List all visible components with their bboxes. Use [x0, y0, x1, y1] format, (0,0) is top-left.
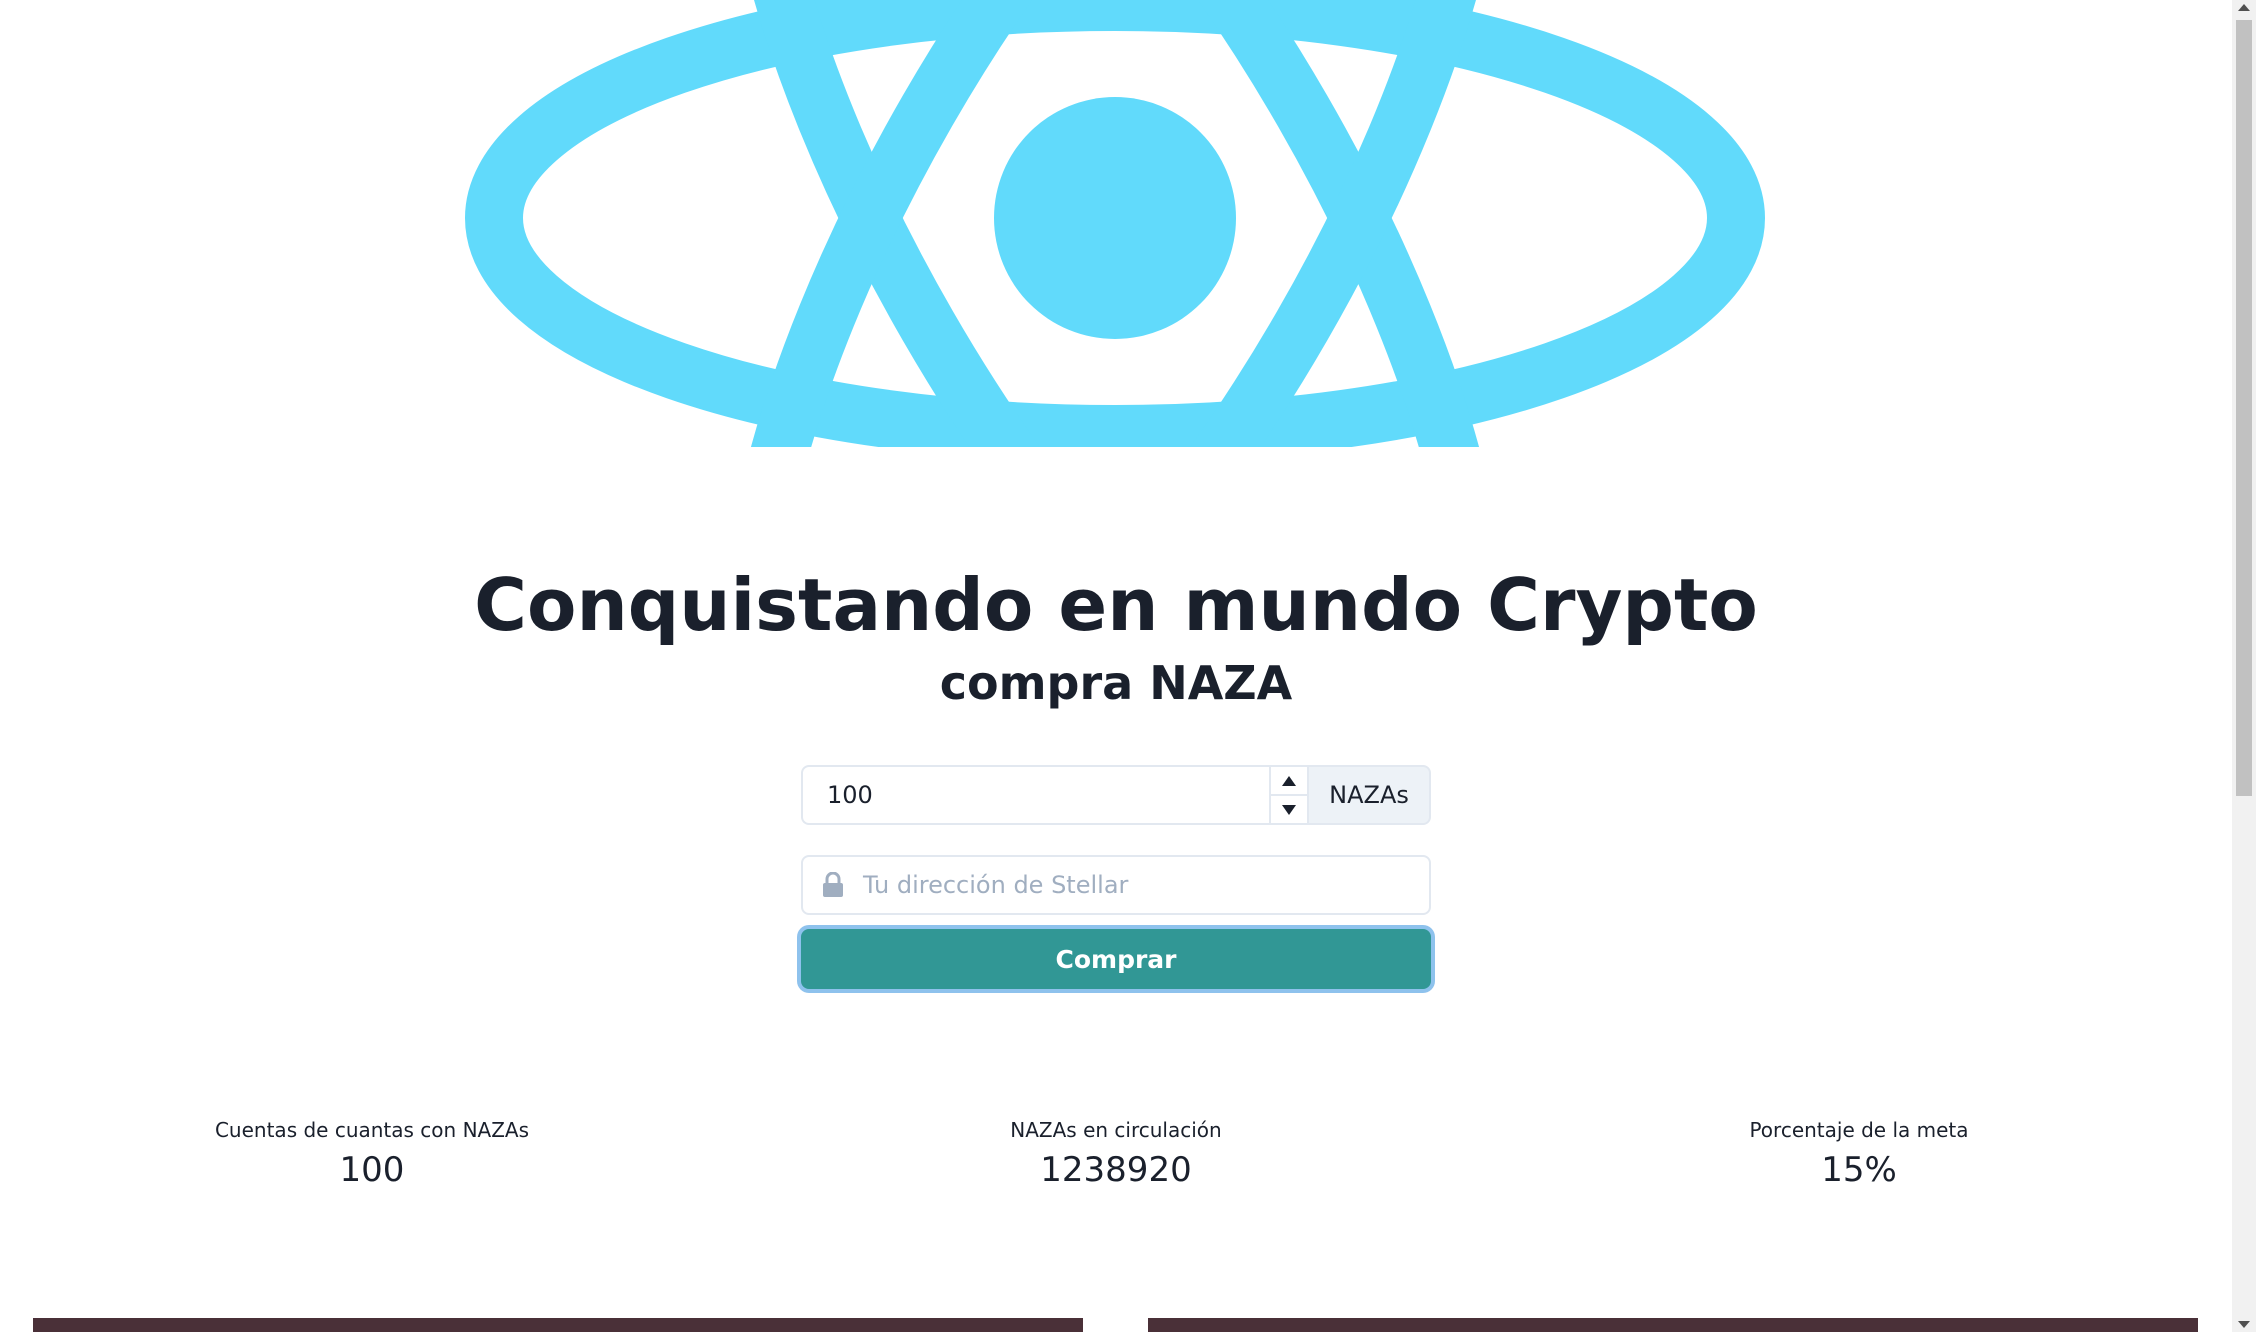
stat-label: Porcentaje de la meta: [1749, 1118, 1969, 1142]
amount-unit-addon: NAZAs: [1307, 765, 1431, 825]
quantity-stepper[interactable]: [1269, 767, 1307, 823]
stat-label: NAZAs en circulación: [1010, 1118, 1222, 1142]
scroll-up-icon[interactable]: [2238, 4, 2250, 11]
stat-label: Cuentas de cuantas con NAZAs: [214, 1118, 530, 1142]
page-title: Conquistando en mundo Crypto: [474, 563, 1758, 647]
stat-accounts: Cuentas de cuantas con NAZAs 100: [122, 1110, 622, 1190]
amount-input[interactable]: 100: [801, 765, 1307, 825]
stat-value: 15%: [1821, 1150, 1897, 1190]
decrement-button[interactable]: [1271, 794, 1307, 823]
scrollbar-thumb[interactable]: [2236, 20, 2252, 796]
page: Conquistando en mundo Crypto compra NAZA…: [0, 0, 2256, 1332]
scroll-down-icon[interactable]: [2238, 1321, 2250, 1328]
page-subtitle: compra NAZA: [939, 656, 1293, 710]
increment-button[interactable]: [1271, 767, 1307, 794]
address-input[interactable]: Tu dirección de Stellar: [863, 871, 1128, 899]
amount-value: 100: [827, 781, 873, 809]
address-input-group[interactable]: Tu dirección de Stellar: [801, 855, 1431, 915]
card-right: [1148, 1318, 2198, 1332]
vertical-scrollbar[interactable]: [2232, 0, 2256, 1332]
stat-circulation: NAZAs en circulación 1238920: [866, 1110, 1366, 1190]
stat-goal-percentage: Porcentaje de la meta 15%: [1609, 1110, 2109, 1190]
logo-icon: [465, 0, 1765, 447]
stats-row: Cuentas de cuantas con NAZAs 100 NAZAs e…: [0, 1110, 2232, 1210]
main-content: Conquistando en mundo Crypto compra NAZA…: [0, 0, 2232, 1332]
stat-value: 100: [339, 1150, 405, 1190]
lock-icon: [803, 872, 863, 898]
triangle-down-icon: [1282, 804, 1296, 815]
card-left: [33, 1318, 1083, 1332]
stat-value: 1238920: [1040, 1150, 1192, 1190]
triangle-up-icon: [1282, 775, 1296, 786]
purchase-form: 100 NAZAs Tu dirección de Stellar Compra…: [801, 765, 1431, 989]
buy-button[interactable]: Comprar: [801, 929, 1431, 989]
amount-input-group: 100 NAZAs: [801, 765, 1431, 825]
